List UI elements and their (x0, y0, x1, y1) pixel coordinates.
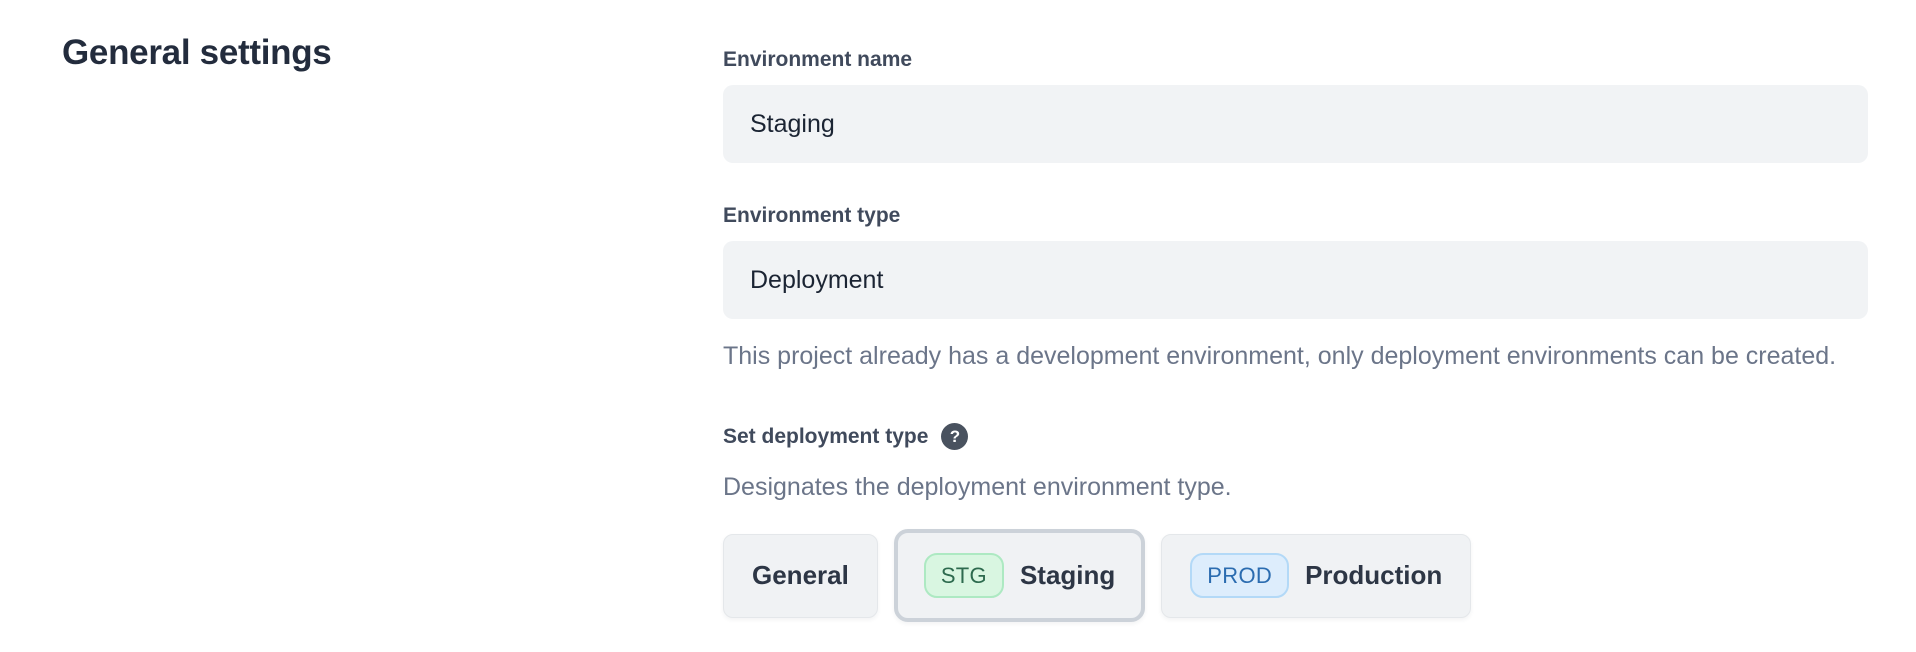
deployment-type-description: Designates the deployment environment ty… (723, 473, 1868, 502)
deployment-type-option-general-label: General (752, 560, 849, 591)
stg-badge: STG (924, 553, 1004, 598)
deployment-type-label-row: Set deployment type ? (723, 423, 1868, 450)
deployment-type-label: Set deployment type (723, 425, 928, 449)
deployment-type-section: Set deployment type ? Designates the dep… (723, 423, 1868, 622)
deployment-type-option-staging-label: Staging (1020, 560, 1115, 591)
question-mark-icon[interactable]: ? (941, 423, 968, 450)
deployment-type-option-general[interactable]: General (723, 534, 878, 618)
environment-type-field: Environment type This project already ha… (723, 204, 1868, 377)
environment-type-input[interactable] (723, 241, 1868, 319)
deployment-type-option-staging[interactable]: STG Staging (894, 529, 1145, 622)
deployment-type-option-production[interactable]: PROD Production (1161, 534, 1471, 618)
deployment-type-option-production-label: Production (1305, 560, 1442, 591)
prod-badge: PROD (1190, 553, 1289, 598)
environment-type-label: Environment type (723, 204, 1868, 228)
settings-form: Environment name Environment type This p… (723, 48, 1868, 622)
page-title: General settings (62, 33, 331, 73)
environment-name-label: Environment name (723, 48, 1868, 72)
environment-name-field: Environment name (723, 48, 1868, 163)
environment-name-input[interactable] (723, 85, 1868, 163)
environment-type-help-text: This project already has a development e… (723, 336, 1868, 377)
deployment-type-options: General STG Staging PROD Production (723, 529, 1868, 622)
